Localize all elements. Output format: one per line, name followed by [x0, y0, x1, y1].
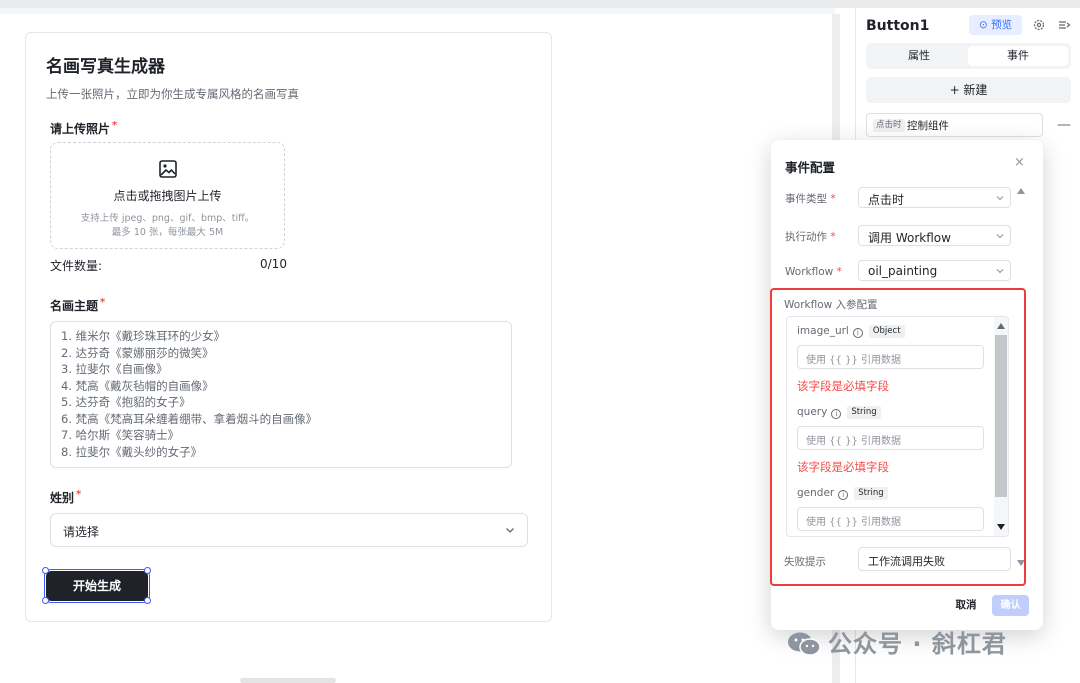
required-mark: * — [100, 297, 106, 308]
upload-dropzone[interactable]: 点击或拖拽图片上传 支持上传 jpeg、png、gif、bmp、tiff。 最多… — [50, 142, 285, 249]
generate-button[interactable]: 开始生成 — [44, 569, 150, 603]
confirm-button[interactable]: 确认 — [992, 595, 1029, 616]
event-action-text: 控制组件 — [907, 120, 949, 132]
wechat-icon — [788, 632, 821, 656]
upload-hint-limits: 最多 10 张，每张最大 5M — [111, 227, 224, 238]
theme-line: 4. 梵高《戴灰毡帽的自画像》 — [61, 378, 214, 393]
upload-label-text: 请上传照片 — [50, 122, 111, 136]
theme-line: 8. 拉斐尔《戴头纱的女子》 — [61, 444, 203, 459]
highlight-box — [770, 288, 1026, 586]
theme-label-text: 名画主题 — [50, 299, 99, 313]
gender-label-text: 姓别 — [50, 491, 75, 505]
action-label-text: 执行动作 — [785, 231, 827, 243]
gender-select-value: 请选择 — [63, 525, 100, 539]
theme-line: 3. 拉斐尔《自画像》 — [61, 362, 168, 376]
watermark: 公众号 · 斜杠君 — [786, 624, 1007, 659]
collapse-panel-icon[interactable] — [1057, 18, 1071, 32]
cancel-button[interactable]: 取消 — [947, 595, 985, 616]
upload-hint-formats: 支持上传 jpeg、png、gif、bmp、tiff。 — [80, 213, 255, 224]
gender-label: 姓别 * — [50, 489, 81, 506]
theme-textarea[interactable]: 1. 维米尔《戴珍珠耳环的少女》 2. 达芬奇《蒙娜丽莎的微笑》 3. 拉斐尔《… — [50, 321, 512, 468]
preview-button[interactable]: ⊙ 预览 — [969, 15, 1022, 35]
modal-title: 事件配置 — [785, 160, 836, 175]
workflow-label: Workflow * — [785, 266, 842, 278]
event-type-label-text: 事件类型 — [785, 193, 827, 205]
new-event-button[interactable]: + 新建 — [866, 77, 1071, 103]
canvas-horizontal-scrollbar[interactable] — [240, 678, 336, 683]
component-name: Button1 — [866, 18, 930, 34]
form-description: 上传一张照片，立即为你生成专属风格的名画写真 — [46, 87, 299, 101]
play-circle-icon: ⊙ — [978, 19, 988, 31]
chevron-down-icon — [996, 269, 1004, 274]
resize-handle[interactable] — [42, 597, 49, 604]
upload-label: 请上传照片 * — [50, 120, 117, 137]
required-mark: * — [76, 489, 82, 500]
theme-line: 5. 达芬奇《抱貂的女子》 — [61, 395, 191, 409]
gear-icon[interactable] — [1032, 18, 1046, 32]
required-mark: * — [112, 120, 118, 131]
event-item[interactable]: 点击时 控制组件 — [866, 113, 1043, 137]
chevron-down-icon — [506, 528, 514, 533]
file-count-value: 0/10 — [260, 257, 287, 271]
workflow-label-text: Workflow — [785, 266, 834, 278]
resize-handle[interactable] — [42, 567, 49, 574]
preview-label: 预览 — [991, 19, 1013, 31]
scroll-up-arrow[interactable] — [1017, 188, 1025, 194]
close-icon[interactable]: × — [1014, 155, 1025, 170]
remove-event-button[interactable]: — — [1057, 117, 1071, 133]
event-type-select[interactable]: 点击时 — [858, 187, 1011, 208]
image-icon — [159, 160, 177, 178]
required-mark: * — [830, 193, 836, 205]
workflow-value: oil_painting — [868, 264, 938, 278]
tab-properties[interactable]: 属性 — [869, 46, 969, 66]
action-value: 调用 Workflow — [868, 231, 951, 245]
action-label: 执行动作 * — [785, 229, 836, 244]
event-trigger-tag: 点击时 — [873, 119, 905, 132]
theme-line: 1. 维米尔《戴珍珠耳环的少女》 — [61, 329, 226, 343]
form-title: 名画写真生成器 — [46, 57, 165, 77]
event-type-value: 点击时 — [868, 193, 905, 207]
workflow-select[interactable]: oil_painting — [858, 260, 1011, 281]
gender-select[interactable]: 请选择 — [50, 513, 528, 547]
panel-tabs: 属性 事件 — [866, 43, 1071, 69]
theme-line: 7. 哈尔斯《笑容骑士》 — [61, 428, 180, 442]
required-mark: * — [830, 231, 836, 243]
resize-handle[interactable] — [144, 597, 151, 604]
action-select[interactable]: 调用 Workflow — [858, 225, 1011, 246]
watermark-text: 公众号 · 斜杠君 — [828, 630, 1007, 658]
theme-label: 名画主题 * — [50, 297, 105, 314]
form-card: 名画写真生成器 上传一张照片，立即为你生成专属风格的名画写真 请上传照片 * 点击… — [25, 32, 552, 622]
top-strip — [0, 0, 1080, 8]
theme-line: 6. 梵高《梵高耳朵缠着绷带、拿着烟斗的自画像》 — [61, 411, 318, 426]
theme-line: 2. 达芬奇《蒙娜丽莎的微笑》 — [61, 345, 214, 360]
required-mark: * — [836, 266, 842, 278]
upload-main-text: 点击或拖拽图片上传 — [113, 189, 222, 203]
event-type-label: 事件类型 * — [785, 191, 836, 206]
tab-events[interactable]: 事件 — [968, 46, 1068, 66]
resize-handle[interactable] — [144, 567, 151, 574]
chevron-down-icon — [996, 196, 1004, 201]
file-count-label: 文件数量: — [50, 259, 103, 273]
chevron-down-icon — [996, 234, 1004, 239]
